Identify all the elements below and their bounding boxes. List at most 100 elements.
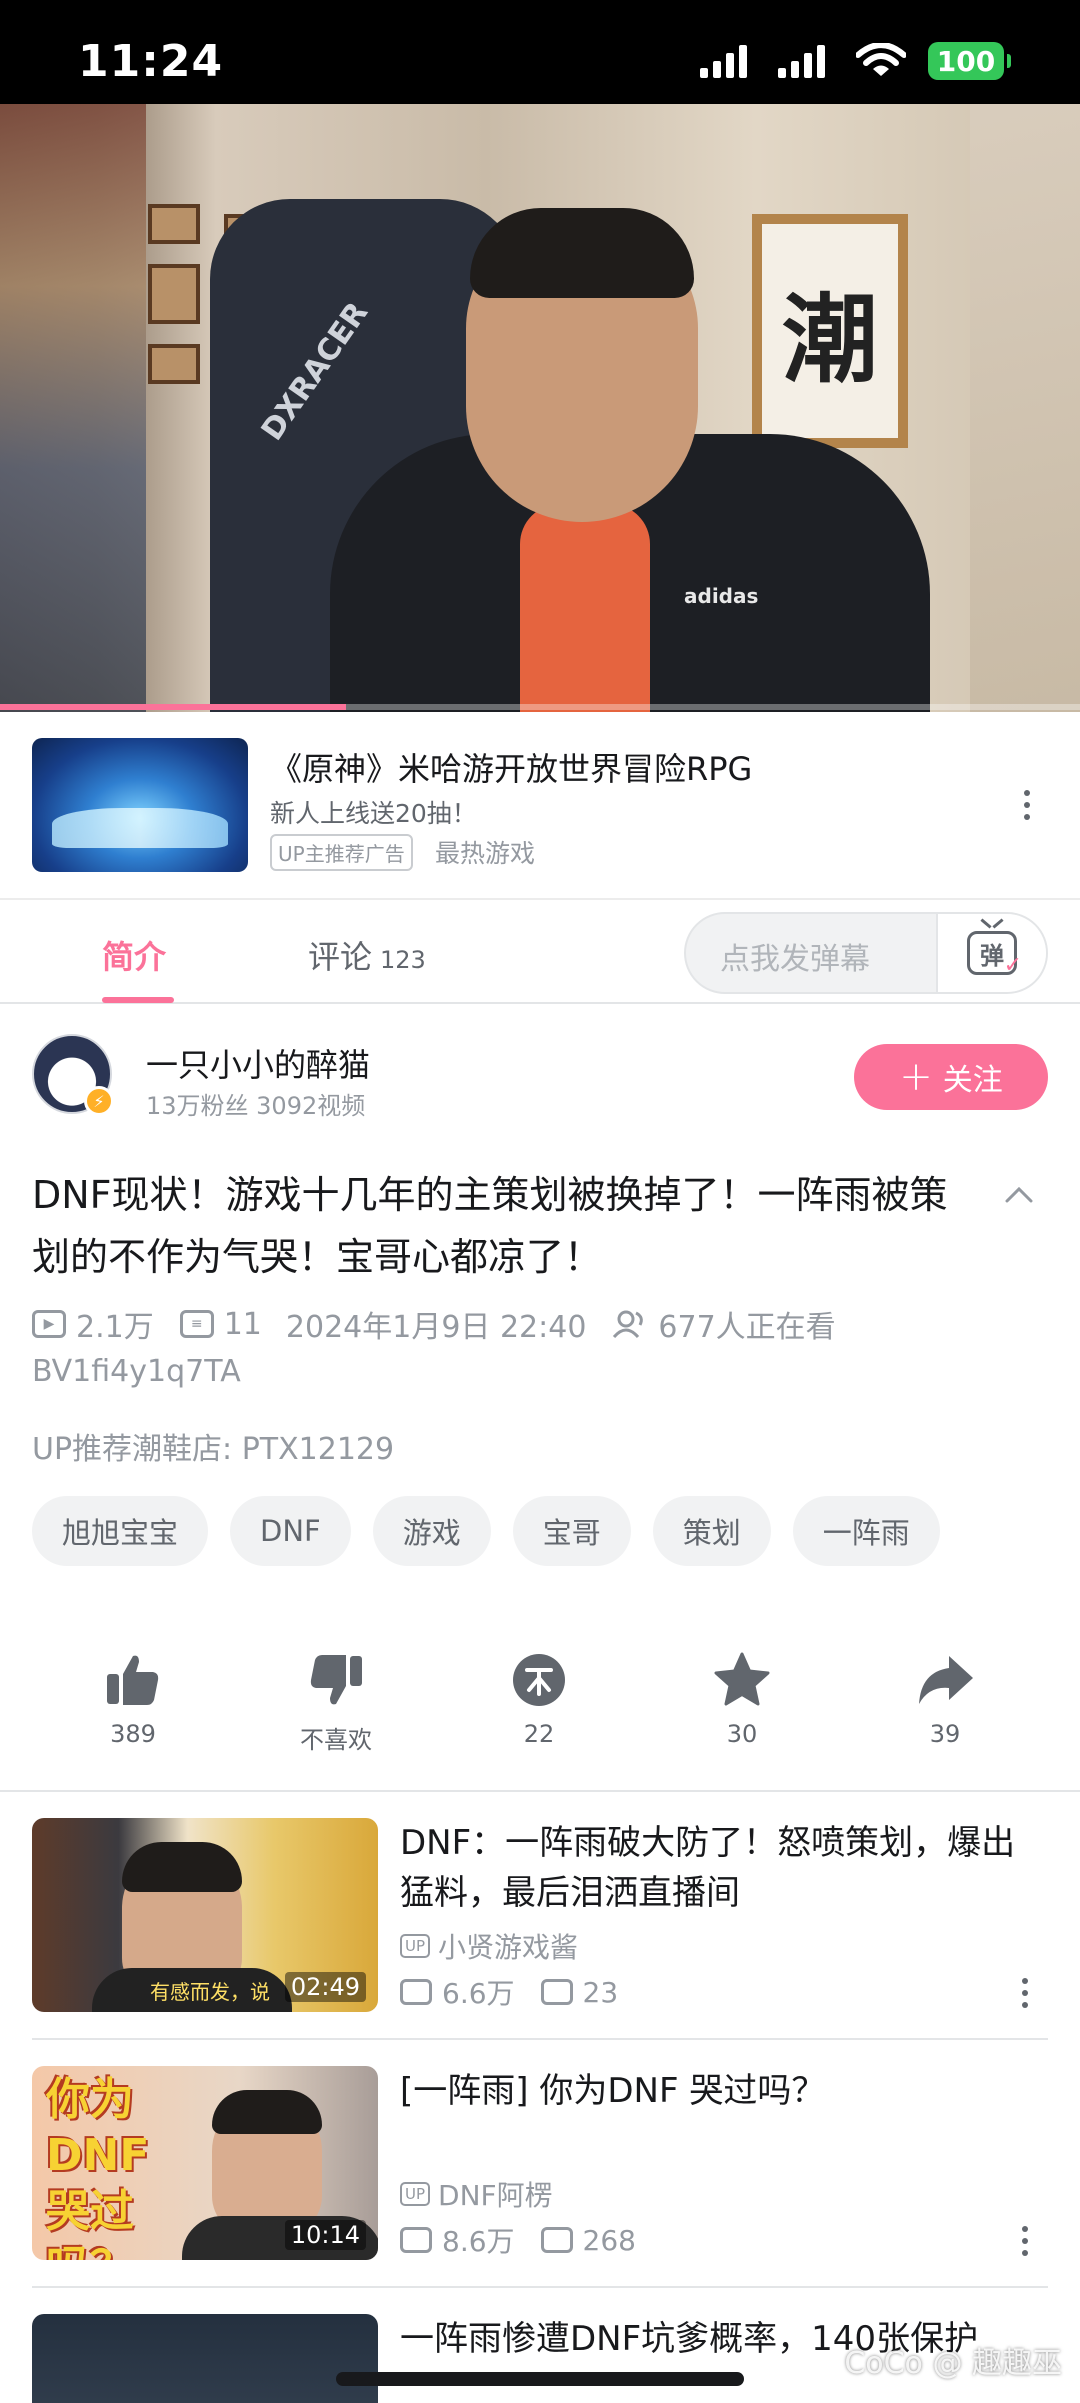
danmaku-count-icon (540, 1979, 573, 2005)
list-item[interactable]: 有感而发，说 02:49 DNF：一阵雨破大防了！怒喷策划，爆出猛料，最后泪洒直… (0, 1792, 1080, 2040)
coin-icon (513, 1654, 565, 1706)
plus-icon: + (899, 1054, 933, 1100)
thumb-caption: 你为 DNF 哭过吗？ (46, 2074, 150, 2260)
thumb-caption: 有感而发，说 (150, 1980, 270, 2004)
home-indicator[interactable] (336, 2372, 744, 2386)
tag-chip[interactable]: 一阵雨 (792, 1496, 940, 1566)
status-bar: 11:24 100 (0, 0, 1080, 104)
tag-chip[interactable]: DNF (230, 1496, 351, 1566)
play-count-icon (400, 1979, 432, 2005)
danmaku-count-icon: ≡ (179, 1310, 214, 1338)
video-duration: 10:14 (284, 2220, 366, 2250)
danmaku-tv-icon: 弹 ✓ (967, 931, 1022, 978)
dislike-button[interactable]: 不喜欢 (256, 1650, 416, 1755)
list-item[interactable]: 你为 DNF 哭过吗？ 10:14 [一阵雨] 你为DNF 哭过吗？ UP DN… (0, 2040, 1080, 2288)
uploader-row: ⚡ 一只小小的醉猫 13万粉丝 3092视频 + 关注 (0, 1004, 1080, 1144)
ad-more-icon[interactable] (1022, 790, 1032, 820)
tag-chip[interactable]: 游戏 (372, 1496, 491, 1566)
coin-button[interactable]: 22 (459, 1650, 619, 1748)
related-uploader[interactable]: UP DNF阿楞 (400, 2174, 553, 2214)
favorite-count: 30 (726, 1720, 758, 1748)
share-count: 39 (929, 1720, 961, 1748)
video-thumbnail[interactable]: 你为 DNF 哭过吗？ 10:14 (32, 2066, 378, 2260)
tab-underline (102, 997, 174, 1003)
streamer-shirt (520, 504, 650, 712)
like-button[interactable]: 389 (53, 1650, 213, 1748)
share-button[interactable]: 39 (865, 1650, 1025, 1748)
calligraphy-frame: 潮 (752, 214, 908, 448)
view-count: 2.1万 (76, 1310, 154, 1345)
related-stats: 6.6万 23 (400, 1972, 618, 2012)
ad-title[interactable]: 《原神》米哈游开放世界冒险RPG (270, 744, 752, 790)
up-badge-icon: UP (400, 1934, 431, 1958)
video-player[interactable]: DXRACER 潮 adidas (0, 104, 1080, 712)
tab-intro[interactable]: 简介 (102, 932, 166, 978)
action-bar: 389 不喜欢 22 30 39 (0, 1650, 1080, 1790)
danmaku-bar: 点我发弹幕 弹 ✓ (684, 912, 1048, 994)
streamer-hair (470, 208, 694, 298)
more-icon[interactable] (1020, 2226, 1030, 2256)
comments-count: 123 (380, 946, 426, 974)
bvid[interactable]: BV1fi4y1q7TA (32, 1354, 241, 1389)
content-tabs: 简介 评论 123 点我发弹幕 弹 ✓ (0, 898, 1080, 1004)
chevron-up-icon[interactable] (1004, 1180, 1034, 1210)
promo-text: UP推荐潮鞋店: PTX12129 (32, 1432, 395, 1467)
danmaku-input[interactable]: 点我发弹幕 (720, 934, 870, 978)
like-count: 389 (110, 1720, 156, 1748)
related-stats: 8.6万 268 (400, 2220, 636, 2260)
watermark: CoCo @ 趣趣巫 (844, 2346, 1062, 2381)
tag-chip[interactable]: 旭旭宝宝 (32, 1496, 209, 1566)
video-thumbnail[interactable]: 有感而发，说 02:49 (32, 1818, 378, 2012)
uploader-stats: 13万粉丝 3092视频 (146, 1092, 366, 1120)
star-icon (714, 1652, 770, 1706)
follow-button[interactable]: + 关注 (854, 1044, 1048, 1110)
tag-chip[interactable]: 策划 (652, 1496, 771, 1566)
dislike-label: 不喜欢 (300, 1726, 372, 1754)
related-uploader[interactable]: UP 小贤游戏酱 (400, 1926, 578, 1966)
progress-fill (0, 704, 346, 710)
signal-icon (778, 45, 825, 78)
ad-category: 最热游戏 (435, 839, 536, 868)
status-icons: 100 (700, 42, 1011, 80)
status-time: 11:24 (78, 36, 224, 87)
thumbs-up-icon (107, 1655, 159, 1705)
signal-icon (700, 45, 747, 78)
tag-list: 旭旭宝宝 DNF 游戏 宝哥 策划 一阵雨 (32, 1496, 940, 1566)
lightning-badge-icon: ⚡ (84, 1086, 114, 1116)
danmaku-count-icon (540, 2227, 573, 2253)
coin-count: 22 (523, 1720, 555, 1748)
tab-comments-label: 评论 (308, 938, 373, 976)
ad-badge: UP主推荐广告 (270, 834, 413, 871)
danmaku-toggle-button[interactable]: 弹 ✓ (936, 914, 1046, 992)
video-title: DNF现状！游戏十几年的主策划被换掉了！一阵雨被策划的不作为气哭！宝哥心都凉了！ (32, 1173, 948, 1279)
share-arrow-icon (919, 1656, 973, 1704)
viewers-icon (613, 1310, 644, 1339)
calligraphy-text: 潮 (782, 283, 878, 396)
battery-icon: 100 (928, 42, 1011, 80)
tag-chip[interactable]: 宝哥 (512, 1496, 631, 1566)
ad-thumbnail[interactable] (32, 738, 248, 872)
watching-count: 677人正在看 (658, 1310, 836, 1345)
more-icon[interactable] (1020, 1978, 1030, 2008)
related-title[interactable]: DNF：一阵雨破大防了！怒喷策划，爆出猛料，最后泪洒直播间 (400, 1818, 1040, 1918)
follow-label: 关注 (942, 1063, 1003, 1098)
play-count-icon: ▶ (32, 1310, 66, 1338)
tab-comments[interactable]: 评论 123 (308, 932, 426, 978)
video-duration: 02:49 (284, 1972, 366, 2002)
video-meta: ▶ 2.1万 ≡ 11 2024年1月9日 22:40 677人正在看 (32, 1302, 836, 1346)
wifi-icon (856, 43, 906, 76)
danmaku-count: 11 (223, 1306, 262, 1342)
video-blur-left (0, 104, 146, 712)
up-badge-icon: UP (400, 2182, 431, 2206)
jacket-logo: adidas (684, 584, 759, 608)
related-title[interactable]: [一阵雨] 你为DNF 哭过吗？ (400, 2066, 1040, 2116)
uploader-name[interactable]: 一只小小的醉猫 (146, 1040, 370, 1086)
favorite-button[interactable]: 30 (662, 1650, 822, 1748)
video-thumbnail[interactable] (32, 2314, 378, 2403)
ad-card[interactable]: 《原神》米哈游开放世界冒险RPG 新人上线送20抽！ UP主推荐广告 最热游戏 (0, 712, 1080, 898)
play-count-icon (400, 2227, 432, 2253)
thumbs-down-icon (310, 1655, 362, 1705)
ad-description: 新人上线送20抽！ (270, 799, 477, 828)
video-blur-right (970, 104, 1080, 712)
publish-date: 2024年1月9日 22:40 (285, 1310, 587, 1345)
